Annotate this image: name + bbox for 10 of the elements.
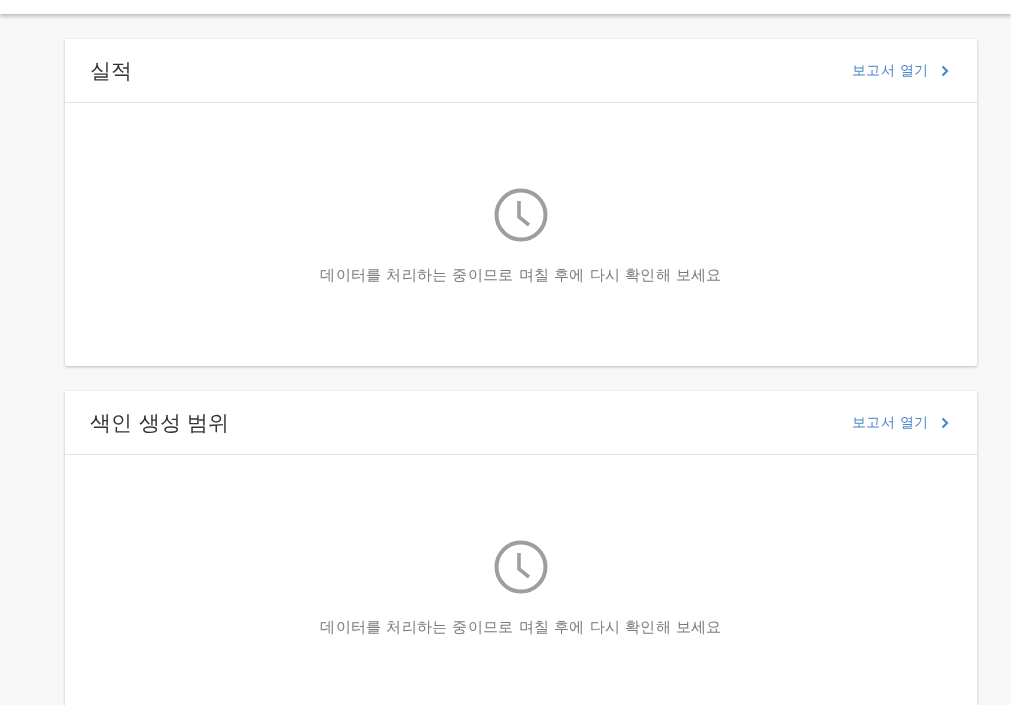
card-title: 색인 생성 범위 [90, 409, 230, 437]
open-report-link[interactable]: 보고서 열기 [851, 61, 949, 80]
processing-message: 데이터를 처리하는 중이므로 며칠 후에 다시 확인해 보세요 [320, 266, 722, 285]
clock-icon [494, 188, 548, 242]
clock-icon [494, 540, 548, 594]
processing-message: 데이터를 처리하는 중이므로 며칠 후에 다시 확인해 보세요 [320, 618, 722, 637]
chevron-right-icon [941, 416, 949, 429]
chevron-right-icon [941, 64, 949, 77]
card-title: 실적 [90, 57, 132, 85]
open-report-link[interactable]: 보고서 열기 [851, 413, 949, 432]
